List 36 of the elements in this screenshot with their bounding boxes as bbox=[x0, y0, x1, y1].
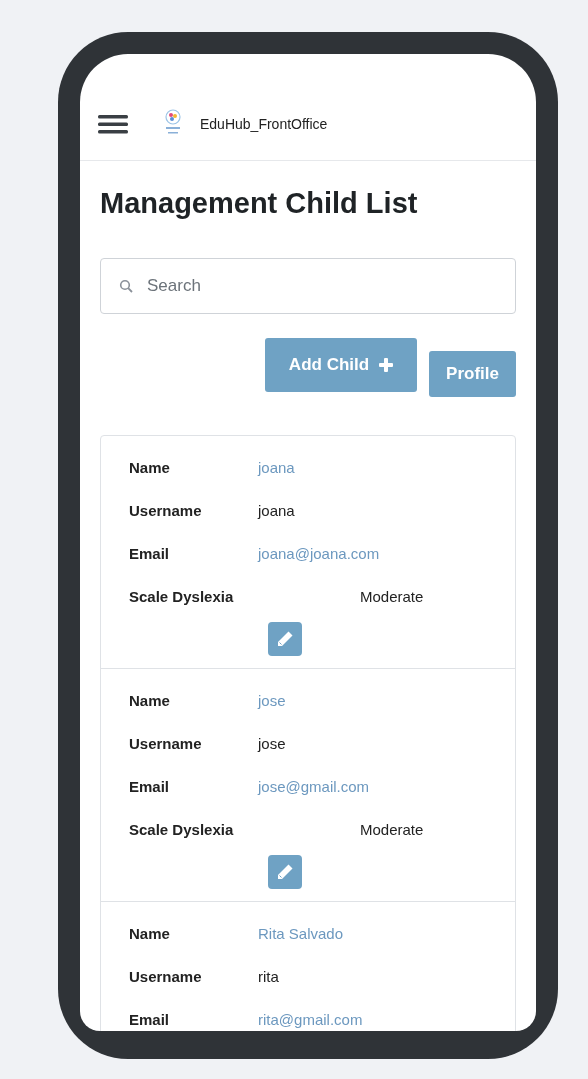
field-label: Username bbox=[129, 502, 203, 519]
pencil-icon bbox=[275, 629, 295, 649]
field-label: Name bbox=[129, 925, 171, 942]
field-value[interactable]: joana@joana.com bbox=[258, 545, 380, 562]
menu-icon[interactable] bbox=[98, 114, 128, 134]
field-label: Name bbox=[129, 459, 171, 476]
field-value: Moderate bbox=[360, 821, 424, 838]
field-label: Email bbox=[129, 1011, 171, 1028]
search-icon bbox=[119, 279, 133, 293]
field-value: Moderate bbox=[360, 588, 424, 605]
edit-button[interactable] bbox=[268, 622, 302, 656]
field-value[interactable]: jose@gmail.com bbox=[258, 778, 370, 795]
page-heading: Management Child List bbox=[100, 187, 419, 220]
search-placeholder: Search bbox=[147, 276, 201, 296]
field-label: Name bbox=[129, 692, 171, 709]
field-label: Email bbox=[129, 545, 171, 562]
field-label: Scale Dyslexia bbox=[129, 821, 235, 838]
field-value: joana bbox=[258, 502, 295, 519]
edit-button[interactable] bbox=[268, 855, 302, 889]
logo-icon bbox=[162, 108, 184, 136]
field-label: Username bbox=[129, 735, 203, 752]
field-label: Email bbox=[129, 778, 171, 795]
search-field[interactable]: Search bbox=[100, 258, 516, 314]
app-title: EduHub_FrontOffice bbox=[200, 116, 328, 132]
field-label: Scale Dyslexia bbox=[129, 588, 235, 605]
add-child-button[interactable]: Add Child bbox=[265, 338, 417, 392]
field-value[interactable]: joana bbox=[258, 459, 295, 476]
field-value[interactable]: rita@gmail.com bbox=[258, 1011, 363, 1028]
field-value[interactable]: Rita Salvado bbox=[258, 925, 344, 942]
field-value[interactable]: jose bbox=[258, 692, 286, 709]
field-label: Username bbox=[129, 968, 203, 985]
pencil-icon bbox=[275, 862, 295, 882]
profile-button[interactable]: Profile bbox=[429, 351, 516, 397]
field-value: rita bbox=[258, 968, 279, 985]
field-value: jose bbox=[258, 735, 286, 752]
plus-icon bbox=[379, 358, 394, 372]
